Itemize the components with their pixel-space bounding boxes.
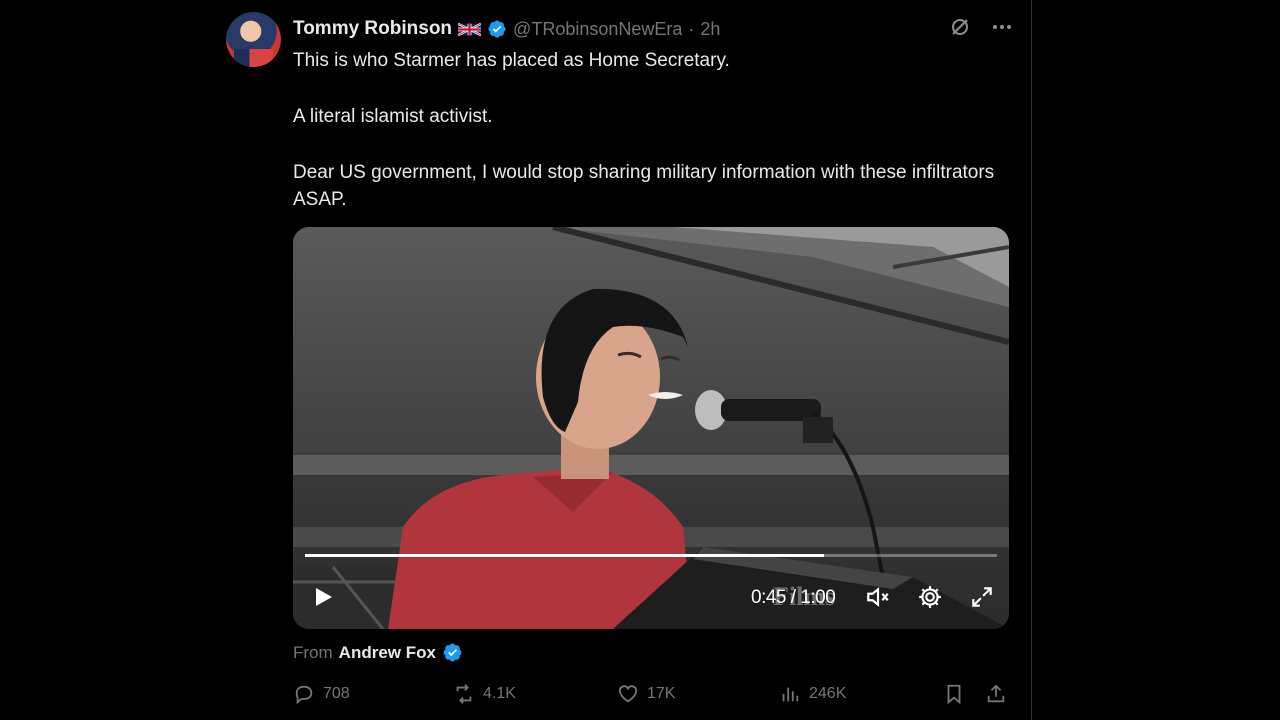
more-options-icon[interactable] — [990, 15, 1014, 39]
video-time: 0:45 / 1:00 — [751, 587, 836, 609]
tweet-header: Tommy Robinson @TRobinsonNewEra · 2h — [293, 16, 720, 42]
bookmark-icon — [947, 684, 961, 705]
volume-muted-icon[interactable] — [865, 584, 891, 610]
tweet-paragraph: A literal islamist activist. — [293, 106, 493, 127]
repost-count: 4.1K — [483, 685, 516, 702]
header-actions — [948, 15, 1014, 39]
tweet-paragraph: Dear US government, I would stop sharing… — [293, 162, 995, 210]
share-icon — [987, 684, 1005, 703]
video-player[interactable]: Films 0:45 / 1:00 — [293, 227, 1009, 629]
view-count: 246K — [809, 685, 847, 702]
video-progress-fill — [305, 554, 824, 557]
tweet-actions: 708 4.1K 17K 246K — [293, 683, 1009, 711]
video-source: From Andrew Fox — [293, 642, 463, 663]
grok-icon[interactable] — [948, 15, 972, 39]
reply-button[interactable]: 708 — [293, 683, 350, 705]
author-handle[interactable]: @TRobinsonNewEra — [513, 19, 682, 40]
tweet-text: This is who Starmer has placed as Home S… — [293, 47, 1013, 213]
like-button[interactable]: 17K — [617, 683, 675, 705]
video-duration: 1:00 — [800, 587, 836, 608]
video-controls — [865, 584, 995, 610]
share-button[interactable] — [985, 683, 1007, 705]
source-prefix: From — [293, 642, 333, 662]
repost-button[interactable]: 4.1K — [453, 683, 516, 705]
reply-icon — [295, 685, 313, 705]
verified-badge-icon — [443, 643, 462, 662]
source-author[interactable]: Andrew Fox — [339, 643, 436, 663]
views-button[interactable]: 246K — [779, 683, 846, 705]
repost-icon — [456, 684, 472, 704]
video-time-separator: / — [790, 587, 796, 608]
author-name[interactable]: Tommy Robinson — [293, 18, 452, 40]
settings-gear-icon[interactable] — [917, 584, 943, 610]
video-progress-bar[interactable] — [305, 554, 997, 557]
post-time[interactable]: 2h — [700, 19, 720, 40]
bookmark-button[interactable] — [943, 683, 965, 705]
views-chart-icon — [782, 687, 799, 702]
timeline-border — [1031, 0, 1032, 720]
separator: · — [688, 18, 695, 39]
reply-count: 708 — [323, 685, 350, 702]
heart-icon — [618, 685, 638, 703]
avatar[interactable] — [226, 12, 281, 67]
verified-badge-icon — [488, 20, 506, 38]
fullscreen-icon[interactable] — [969, 584, 995, 610]
like-count: 17K — [647, 685, 676, 702]
video-current-time: 0:45 — [751, 587, 786, 608]
uk-flag-icon — [458, 22, 482, 36]
tweet-paragraph: This is who Starmer has placed as Home S… — [293, 50, 730, 71]
video-frame: Films — [293, 227, 1009, 629]
play-icon[interactable] — [311, 585, 335, 609]
